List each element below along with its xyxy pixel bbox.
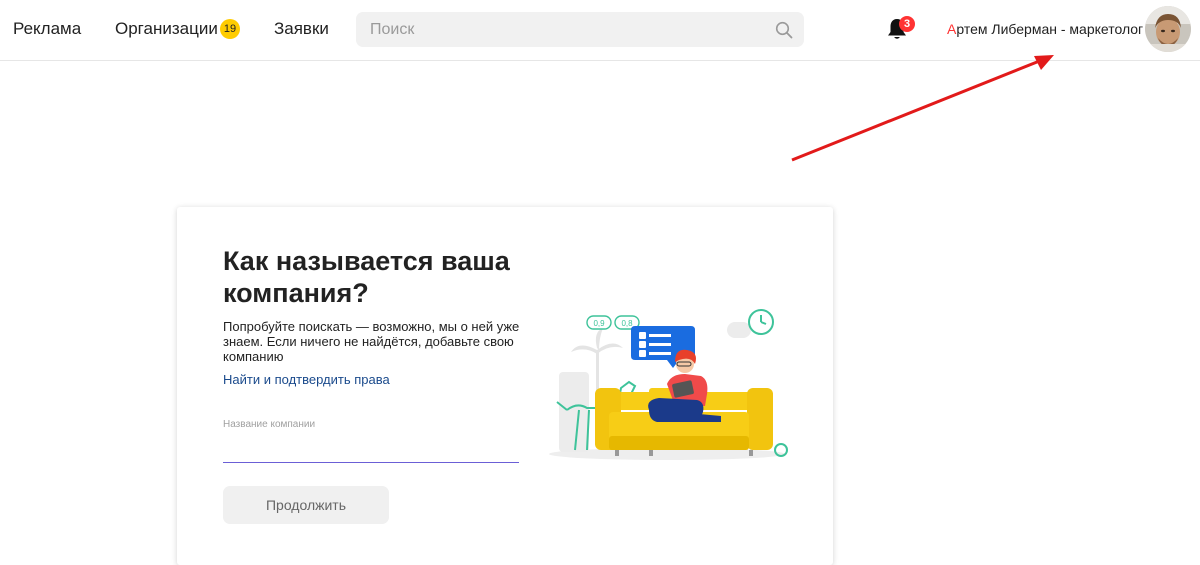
organizations-count-badge: 19 (219, 19, 241, 39)
user-name-rest: ртем Либерман - маркетолог (956, 21, 1144, 37)
annotation-arrow (791, 55, 1054, 162)
search-icon[interactable] (775, 21, 793, 39)
user-name[interactable]: Артем Либерман - маркетолог (947, 21, 1143, 37)
company-name-card: Как называется ваша компания? Попробуйте… (177, 207, 833, 565)
search-input[interactable] (356, 12, 756, 47)
nav-organizations[interactable]: Организации 19 (115, 19, 241, 39)
card-title: Как называется ваша компания? (223, 246, 510, 308)
rating-2-text: 0,8 (621, 319, 633, 328)
rating-1-text: 0,9 (593, 319, 605, 328)
card-description: Попробуйте поискать — возможно, мы о ней… (223, 319, 520, 364)
user-name-first-letter: А (947, 21, 957, 37)
company-name-label: Название компании (223, 419, 316, 430)
nav-organizations-label: Организации (115, 19, 218, 38)
company-name-input[interactable] (223, 433, 519, 463)
nav-requests[interactable]: Заявки (274, 19, 329, 39)
find-and-confirm-link[interactable]: Найти и подтвердить права (223, 372, 390, 387)
avatar[interactable] (1145, 6, 1191, 52)
illustration-woman-on-sofa: 0,9 0,8 (549, 309, 788, 460)
continue-button[interactable]: Продолжить (223, 486, 389, 524)
notifications-badge: 3 (899, 16, 915, 32)
top-header: Реклама Организации19 Заявки 3 Артем Либ… (0, 0, 1200, 61)
nav-ads[interactable]: Реклама (13, 19, 81, 39)
search-box (356, 12, 804, 47)
